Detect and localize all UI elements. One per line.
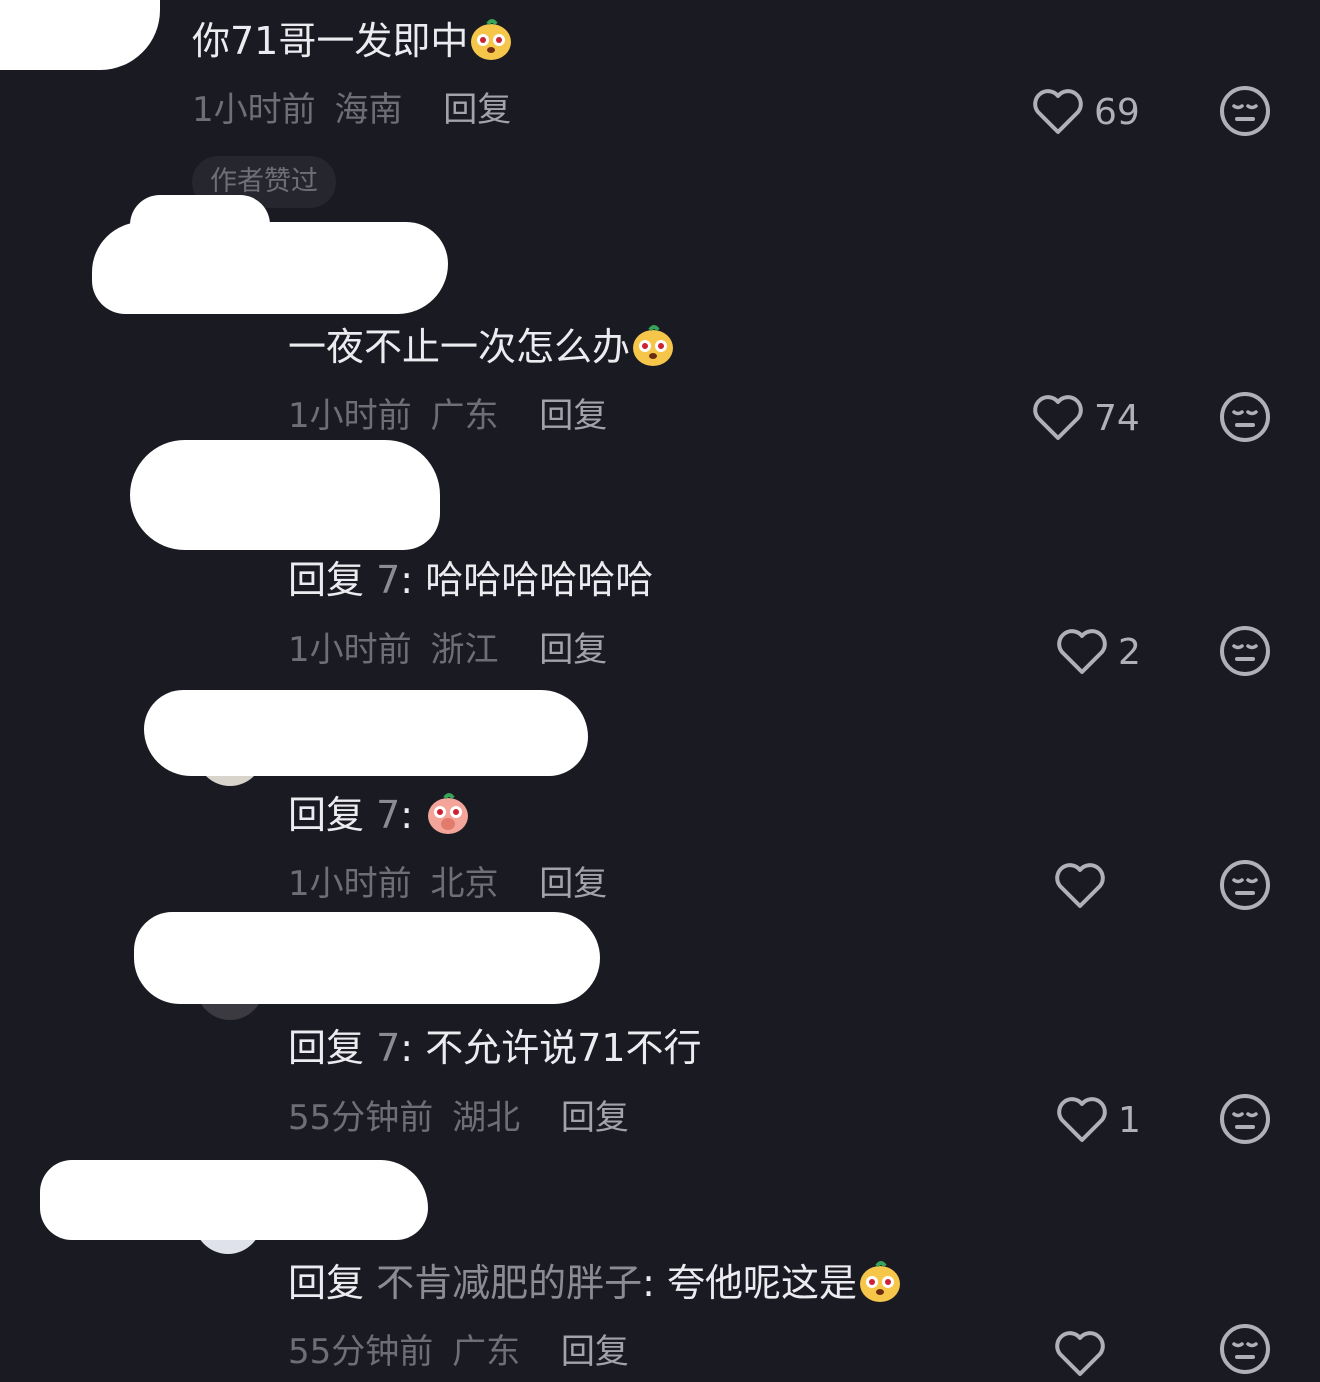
reply-target[interactable]: 7 (376, 1026, 400, 1070)
comment-text: 回复 不肯减肥的胖子: 夸他呢这是 (288, 1258, 903, 1307)
comment-text: 回复 7: 哈哈哈哈哈哈 (288, 558, 654, 602)
comment-text: 回复 7: 不允许说71不行 (288, 1026, 702, 1070)
like-count: 74 (1094, 397, 1140, 439)
comment-time: 1小时前 (288, 396, 412, 436)
reply-button[interactable]: 回复 (539, 630, 607, 670)
meh-face-icon (1220, 626, 1270, 676)
comment-meta: 1小时前 北京 回复 (288, 862, 607, 906)
redacted-name-scribble (134, 912, 600, 1004)
meh-face-icon (1220, 1324, 1270, 1374)
heart-outline-icon (1032, 394, 1084, 442)
dislike-button[interactable] (1218, 390, 1272, 444)
like-button[interactable]: 1 (1056, 1092, 1141, 1148)
dislike-button[interactable] (1218, 858, 1272, 912)
like-count: 69 (1094, 91, 1140, 133)
reply-button[interactable]: 回复 (561, 1332, 629, 1372)
like-count: 2 (1118, 631, 1141, 673)
dislike-button[interactable] (1218, 1092, 1272, 1146)
like-count: 1 (1118, 1099, 1141, 1141)
heart-outline-icon (1054, 1330, 1106, 1378)
comment-time: 1小时前 (288, 864, 412, 904)
heart-outline-icon (1032, 88, 1084, 136)
like-button[interactable] (1054, 1326, 1116, 1382)
comment-text: 一夜不止一次怎么办 (288, 322, 676, 371)
redacted-avatar-scribble (0, 0, 160, 70)
redacted-name-scribble (144, 690, 588, 776)
reply-prefix: 回复 (288, 1261, 365, 1305)
like-button[interactable]: 69 (1032, 84, 1140, 140)
meh-face-icon (1220, 860, 1270, 910)
heart-outline-icon (1056, 628, 1108, 676)
comment-text: 你71哥一发即中 (192, 16, 514, 65)
reply-button[interactable]: 回复 (443, 90, 511, 130)
reply-target[interactable]: 7 (376, 558, 400, 602)
heart-outline-icon (1054, 862, 1106, 910)
reply-target[interactable]: 7 (376, 793, 400, 837)
reply-button[interactable]: 回复 (539, 864, 607, 904)
mango-emoji (630, 322, 676, 368)
meh-face-icon (1220, 86, 1270, 136)
like-button[interactable] (1054, 858, 1116, 914)
comment-region: 广东 (430, 396, 499, 436)
meh-face-icon (1220, 392, 1270, 442)
meh-face-icon (1220, 1094, 1270, 1144)
comment-region: 海南 (334, 90, 403, 130)
comment-time: 55分钟前 (288, 1098, 434, 1138)
reply-target[interactable]: 不肯减肥的胖子 (376, 1261, 642, 1305)
mango-emoji (468, 16, 514, 62)
reply-prefix: 回复 (288, 1026, 365, 1070)
like-button[interactable]: 2 (1056, 624, 1141, 680)
comment-region: 北京 (430, 864, 499, 904)
comment-meta: 55分钟前 湖北 回复 (288, 1096, 629, 1140)
comment-region: 广东 (452, 1332, 521, 1372)
heart-outline-icon (1056, 1096, 1108, 1144)
reply-button[interactable]: 回复 (561, 1098, 629, 1138)
comment-time: 1小时前 (192, 90, 316, 130)
comment-meta: 1小时前 广东 回复 (288, 394, 607, 438)
comment-time: 1小时前 (288, 630, 412, 670)
reply-prefix: 回复 (288, 558, 365, 602)
reply-button[interactable]: 回复 (539, 396, 607, 436)
dislike-button[interactable] (1218, 1322, 1272, 1376)
dislike-button[interactable] (1218, 84, 1272, 138)
comment-meta: 1小时前 海南 回复 (192, 88, 511, 132)
mango-emoji (857, 1258, 903, 1304)
reply-prefix: 回复 (288, 793, 365, 837)
like-button[interactable]: 74 (1032, 390, 1140, 446)
comment-time: 55分钟前 (288, 1332, 434, 1372)
comment-region: 浙江 (430, 630, 499, 670)
mango-covering-mouth-emoji (425, 790, 471, 836)
redacted-name-scribble (130, 195, 270, 255)
comment-meta: 1小时前 浙江 回复 (288, 628, 607, 672)
dislike-button[interactable] (1218, 624, 1272, 678)
comment-region: 湖北 (452, 1098, 521, 1138)
comment-text: 回复 7: (288, 790, 471, 839)
comment-meta: 55分钟前 广东 回复 (288, 1330, 629, 1374)
redacted-name-scribble (40, 1160, 428, 1240)
redacted-name-scribble (130, 440, 440, 550)
